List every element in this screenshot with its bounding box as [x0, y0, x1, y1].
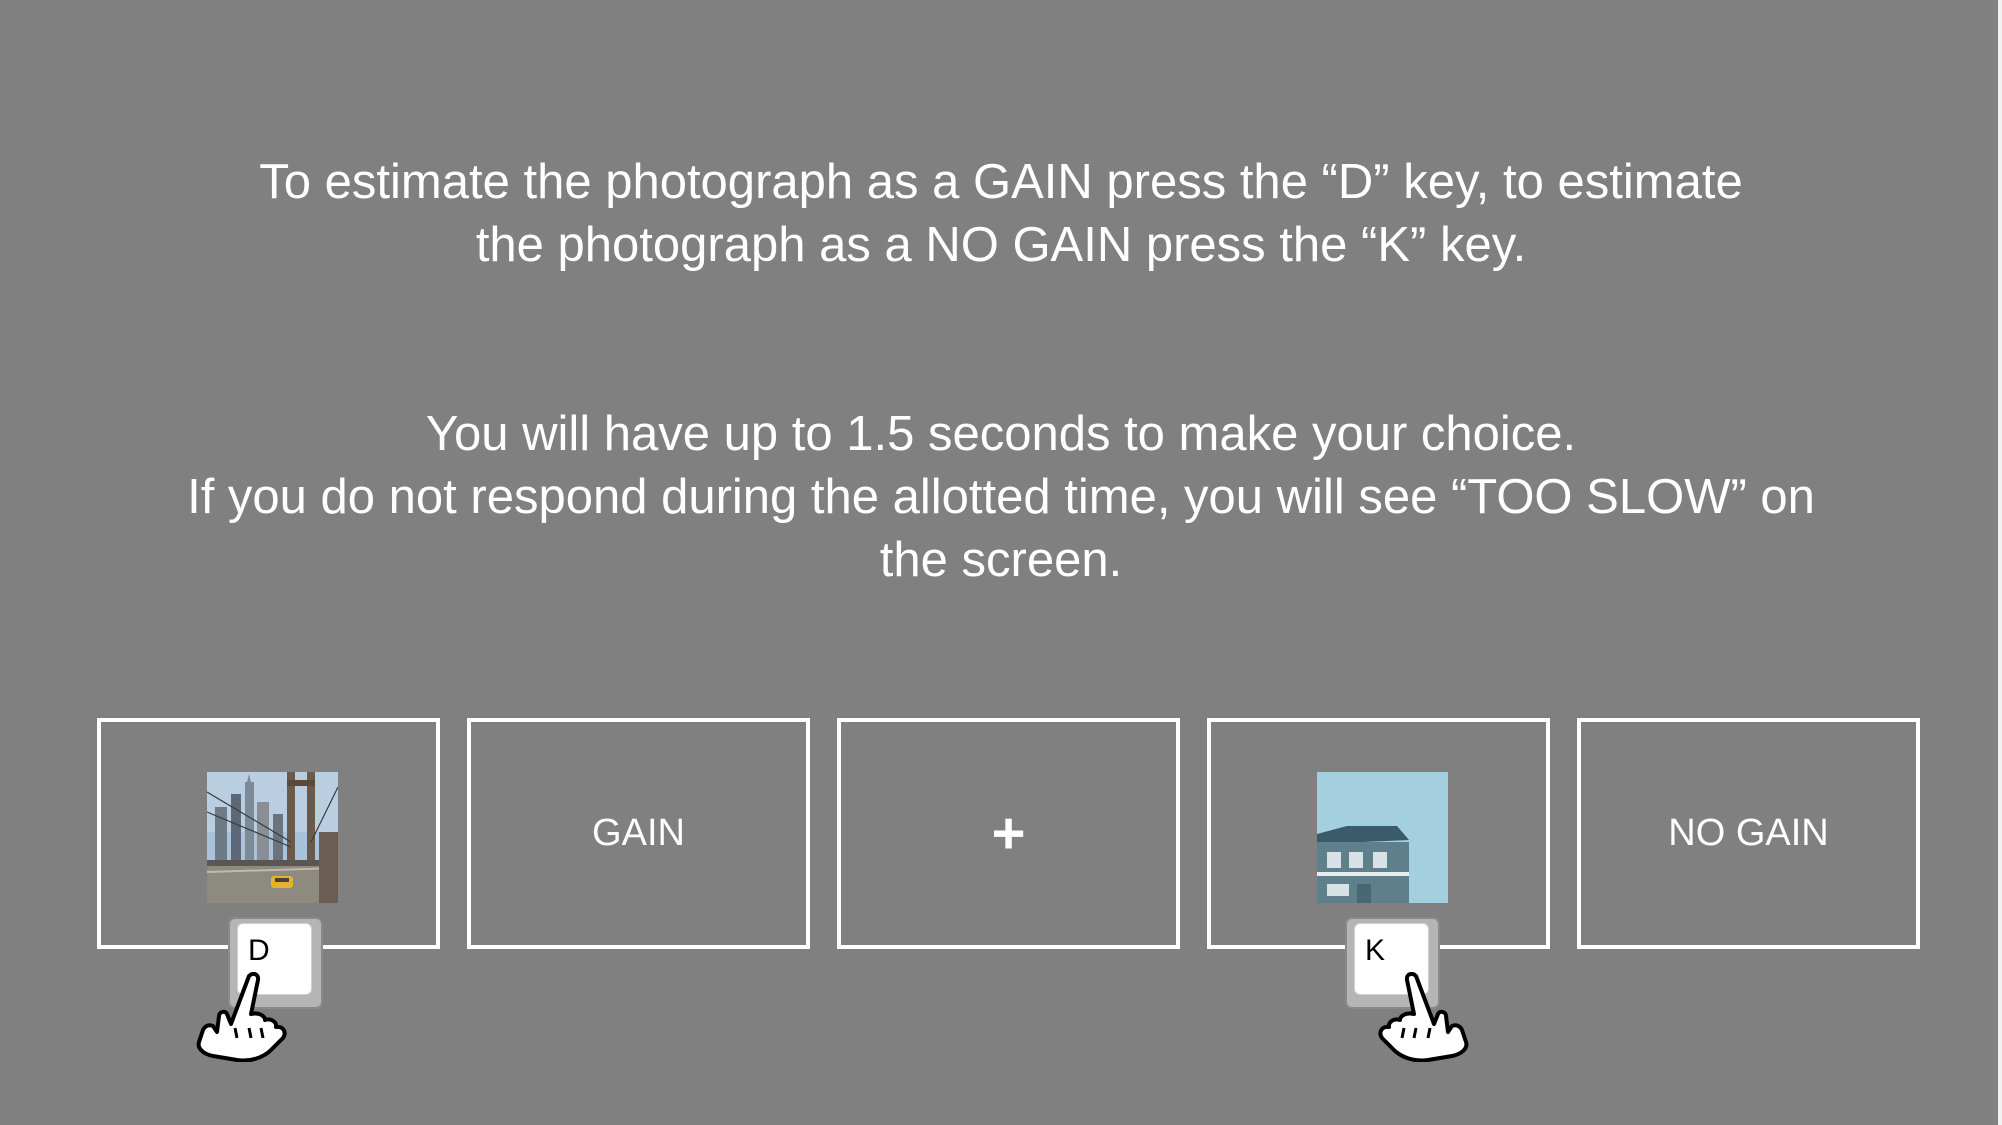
gain-label: GAIN: [592, 812, 685, 854]
fixation-panel: +: [837, 718, 1180, 949]
no-gain-panel: NO GAIN: [1577, 718, 1920, 949]
city-bridge-photo: [207, 772, 338, 903]
gain-panel: GAIN: [467, 718, 810, 949]
instruction-line: You will have up to 1.5 seconds to make …: [425, 407, 1577, 461]
instruction-line: To estimate the photograph as a GAIN pre…: [259, 155, 1743, 209]
timing-instructions: You will have up to 1.5 seconds to make …: [0, 403, 2002, 592]
instruction-line: the photograph as a NO GAIN press the “K…: [475, 218, 1527, 272]
instruction-line: the screen.: [879, 533, 1123, 587]
instruction-line: If you do not respond during the allotte…: [187, 470, 1815, 524]
pointing-hand-icon: [196, 972, 287, 1062]
house-photo: [1317, 772, 1448, 903]
response-instructions: To estimate the photograph as a GAIN pre…: [0, 151, 2002, 277]
pointing-hand-icon: [1378, 972, 1469, 1062]
fixation-cross: +: [991, 801, 1026, 866]
no-gain-label: NO GAIN: [1668, 812, 1829, 854]
